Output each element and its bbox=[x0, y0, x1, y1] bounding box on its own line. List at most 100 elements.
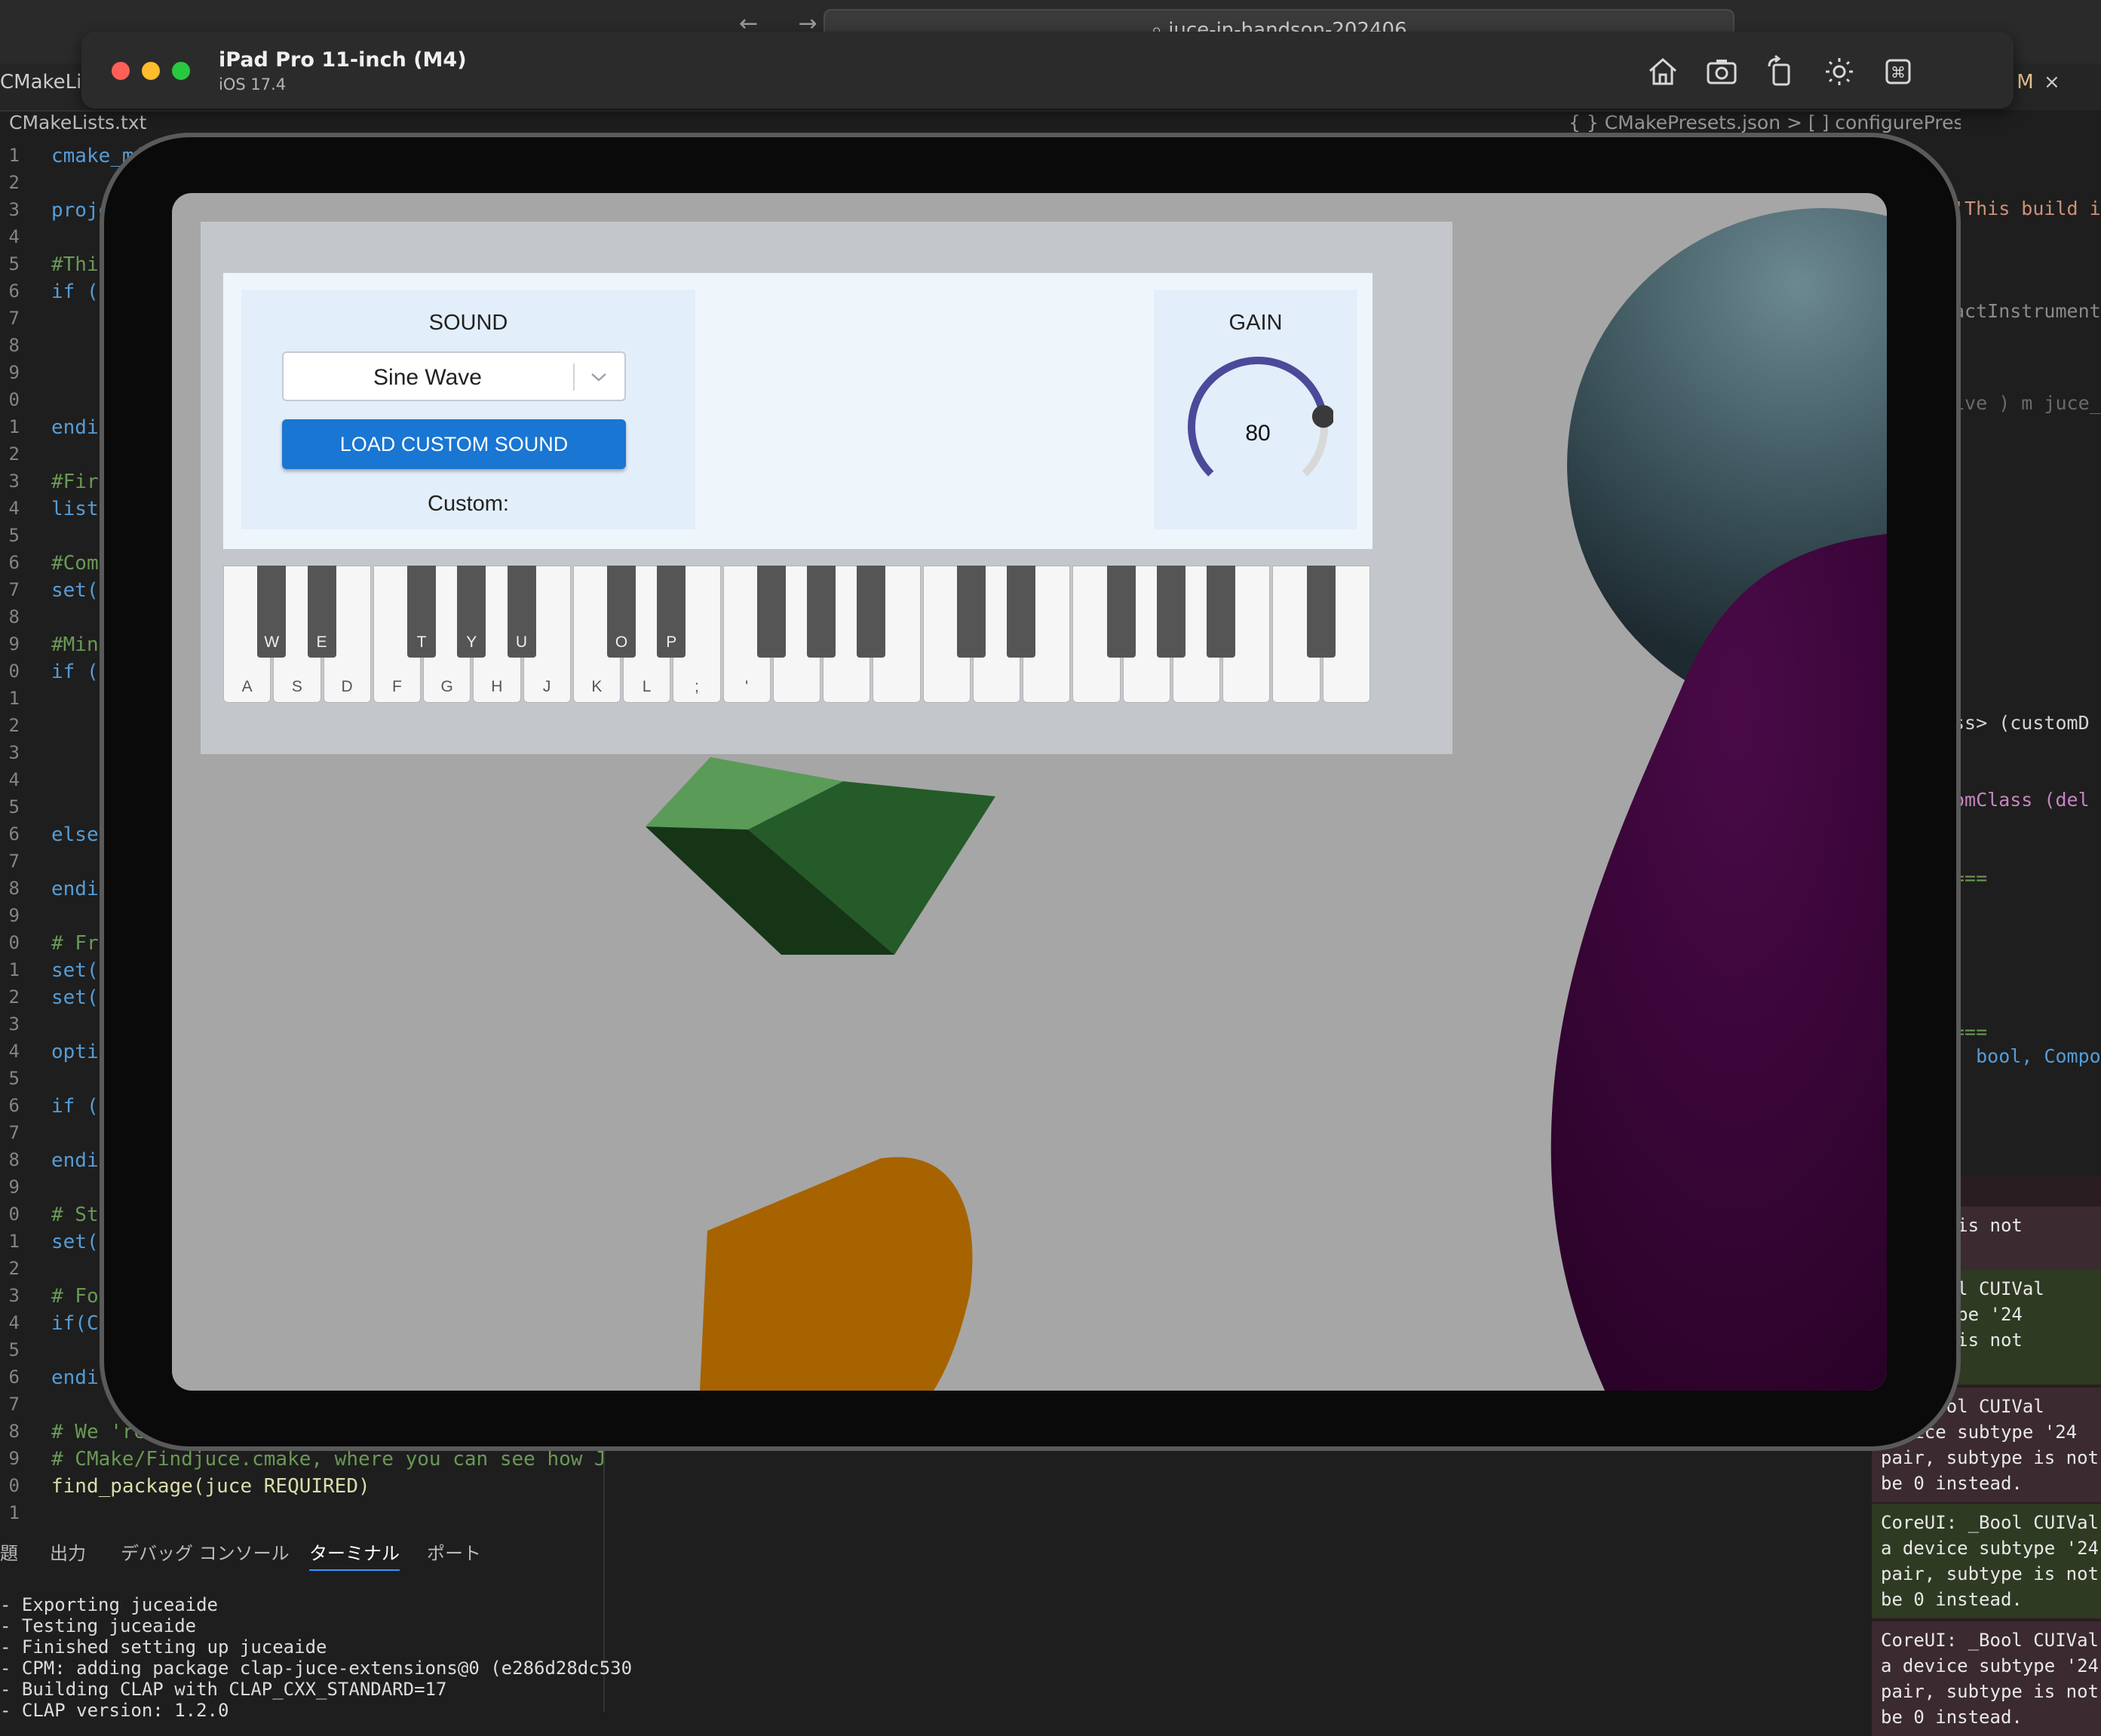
line-number: 9 bbox=[8, 905, 20, 926]
tab-close-icon[interactable]: × bbox=[2044, 71, 2060, 94]
panel-tab[interactable]: ターミナル bbox=[309, 1538, 400, 1571]
code-line[interactable]: if ( bbox=[51, 661, 99, 683]
code-line[interactable]: #Com bbox=[51, 552, 99, 575]
code-line[interactable]: else bbox=[51, 824, 99, 846]
screenshot-icon[interactable] bbox=[1704, 54, 1739, 89]
piano-keyboard[interactable]: A S D F G H J K L; ' W E T Y U O P bbox=[223, 566, 1373, 704]
black-key[interactable]: P bbox=[657, 566, 686, 658]
line-number: 6 bbox=[8, 552, 20, 573]
black-key[interactable] bbox=[1306, 566, 1336, 658]
keyboard-shortcut-icon[interactable]: ⌘ bbox=[1881, 54, 1915, 89]
right-code-line[interactable]: ive ) m juce_W bbox=[1953, 392, 2101, 414]
line-number: 5 bbox=[8, 796, 20, 817]
rotate-icon[interactable] bbox=[1763, 54, 1798, 89]
right-code-line[interactable]: bool, Compo bbox=[1953, 1045, 2101, 1067]
line-number: 1 bbox=[8, 145, 20, 166]
code-line[interactable]: endi bbox=[51, 416, 99, 439]
code-line[interactable]: endi bbox=[51, 878, 99, 900]
code-line[interactable]: if(C bbox=[51, 1312, 99, 1335]
right-code-line[interactable]: omClass (del bbox=[1953, 789, 2090, 811]
log-entry: CoreUI: _Bool CUIVal a device subtype '2… bbox=[1872, 1504, 2101, 1618]
line-number: 2 bbox=[8, 986, 20, 1008]
code-line[interactable]: endi bbox=[51, 1149, 99, 1172]
line-number: 6 bbox=[8, 1366, 20, 1388]
minimize-window-button[interactable] bbox=[142, 62, 160, 80]
code-line[interactable]: set( bbox=[51, 986, 99, 1009]
panel-tab[interactable]: デバッグ コンソール bbox=[121, 1538, 290, 1565]
white-key-label: L bbox=[642, 678, 652, 695]
black-key[interactable]: O bbox=[607, 566, 636, 658]
code-line[interactable]: set( bbox=[51, 1231, 99, 1253]
os-version: iOS 17.4 bbox=[219, 75, 287, 94]
orange-shape bbox=[700, 1157, 973, 1391]
panel-tab[interactable]: 出力 bbox=[50, 1538, 86, 1565]
brightness-icon[interactable] bbox=[1822, 54, 1857, 89]
code-line[interactable]: if ( bbox=[51, 1095, 99, 1118]
black-key[interactable] bbox=[807, 566, 836, 658]
tab-cmakelists[interactable]: CMakeLis bbox=[0, 71, 92, 94]
black-key[interactable]: W bbox=[257, 566, 287, 658]
gain-knob[interactable]: 80 bbox=[1182, 351, 1333, 502]
code-line[interactable]: # Fo bbox=[51, 1285, 99, 1308]
code-line[interactable]: # St bbox=[51, 1204, 99, 1226]
line-number: 2 bbox=[8, 1258, 20, 1279]
line-number: 5 bbox=[8, 253, 20, 275]
line-number: 8 bbox=[8, 1421, 20, 1442]
svg-text:⌘: ⌘ bbox=[1891, 63, 1906, 81]
black-key[interactable] bbox=[756, 566, 786, 658]
black-key[interactable] bbox=[1106, 566, 1136, 658]
gain-value: 80 bbox=[1245, 421, 1270, 446]
right-code-line[interactable]: ss> (customD bbox=[1953, 712, 2090, 734]
white-key-label: ; bbox=[694, 678, 699, 695]
right-code-line[interactable]: actInstrument on i bbox=[1953, 300, 2101, 322]
line-number: 6 bbox=[8, 1095, 20, 1116]
black-key[interactable] bbox=[956, 566, 986, 658]
code-editor-right[interactable] bbox=[1961, 110, 2101, 1173]
code-line[interactable]: set( bbox=[51, 579, 99, 602]
code-line[interactable]: # Fr bbox=[51, 932, 99, 955]
black-key[interactable] bbox=[1207, 566, 1235, 658]
sound-label: SOUND bbox=[428, 311, 508, 335]
black-key-label: P bbox=[666, 633, 677, 651]
panel-tab[interactable]: ポート bbox=[427, 1538, 481, 1565]
white-key-label: A bbox=[241, 678, 253, 695]
zoom-window-button[interactable] bbox=[172, 62, 190, 80]
code-line[interactable]: find_package(juce REQUIRED) bbox=[51, 1475, 370, 1498]
black-key[interactable]: Y bbox=[457, 566, 486, 658]
code-line[interactable]: #Fir bbox=[51, 471, 99, 493]
black-key[interactable] bbox=[1007, 566, 1035, 658]
code-line[interactable]: list bbox=[51, 498, 99, 520]
code-line[interactable]: endi bbox=[51, 1366, 99, 1389]
right-code-line[interactable]: 'This build is bbox=[1953, 198, 2101, 219]
line-number: 6 bbox=[8, 824, 20, 845]
code-line[interactable]: #Min bbox=[51, 633, 99, 656]
load-custom-sound-button[interactable]: LOAD CUSTOM SOUND bbox=[282, 419, 626, 469]
black-key[interactable] bbox=[1156, 566, 1185, 658]
black-key[interactable]: E bbox=[307, 566, 336, 658]
black-key[interactable]: U bbox=[507, 566, 536, 658]
line-number: 7 bbox=[8, 579, 20, 600]
black-key[interactable]: T bbox=[407, 566, 436, 658]
close-window-button[interactable] bbox=[112, 62, 130, 80]
black-key-label: W bbox=[264, 633, 280, 651]
sound-select[interactable]: Sine Wave bbox=[282, 351, 626, 401]
breadcrumb-left[interactable]: CMakeLists.txt bbox=[9, 112, 146, 133]
home-icon[interactable] bbox=[1646, 54, 1680, 89]
terminal-output[interactable]: - Exporting juceaide - Testing juceaide - … bbox=[0, 1584, 632, 1721]
white-key-label: ' bbox=[745, 678, 749, 695]
line-number: 0 bbox=[8, 661, 20, 682]
white-key-label: G bbox=[440, 678, 453, 695]
line-number: 3 bbox=[8, 742, 20, 763]
gain-knob-handle[interactable] bbox=[1311, 405, 1333, 428]
black-key[interactable] bbox=[857, 566, 886, 658]
panel-tab[interactable]: 題 bbox=[0, 1538, 18, 1565]
line-number: 9 bbox=[8, 362, 20, 383]
code-line[interactable]: # CMake/Findjuce.cmake, where you can se… bbox=[51, 1448, 642, 1471]
terminal-line: - CPM: adding package clap-juce-extensio… bbox=[0, 1658, 633, 1679]
code-line[interactable]: #Thi bbox=[51, 253, 99, 276]
device-name: iPad Pro 11-inch (M4) bbox=[219, 48, 467, 72]
code-line[interactable]: set( bbox=[51, 959, 99, 982]
white-key-label: K bbox=[591, 678, 603, 695]
ipad-screen[interactable]: SOUND Sine Wave LOAD CUSTOM SOUND Custom… bbox=[172, 193, 1887, 1391]
code-line[interactable]: if ( bbox=[51, 281, 99, 303]
